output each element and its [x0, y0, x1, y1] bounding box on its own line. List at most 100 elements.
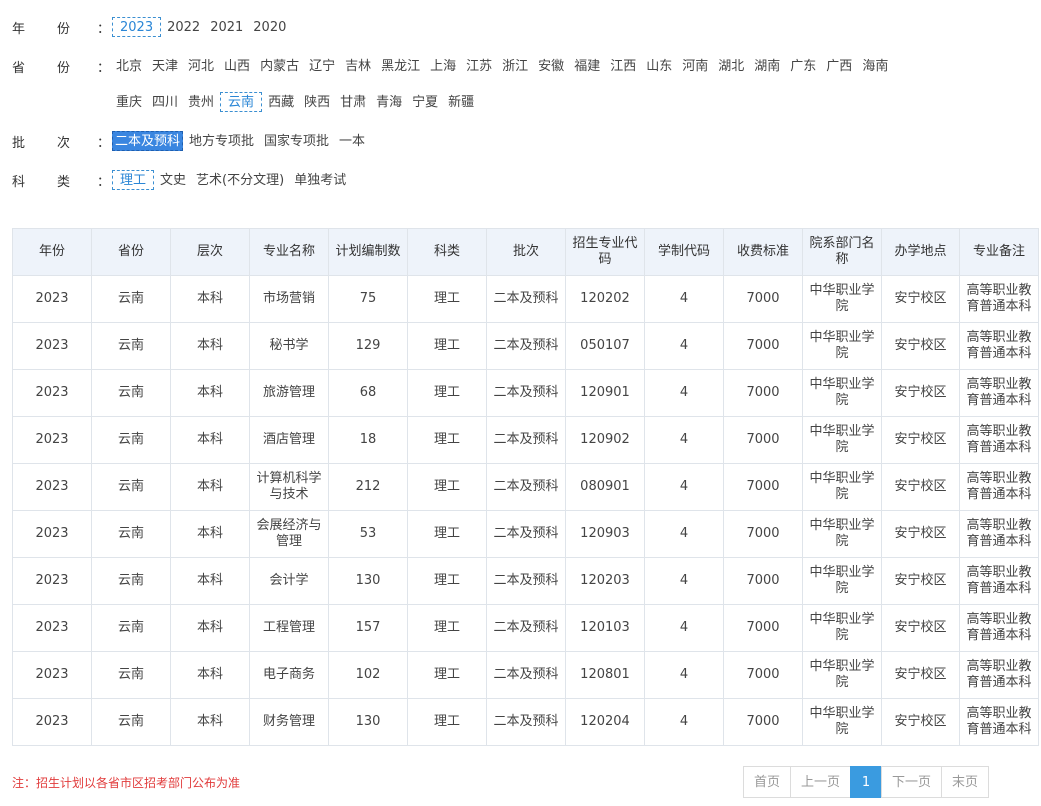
table-cell: 旅游管理 — [249, 369, 329, 417]
table-cell: 本科 — [170, 510, 250, 558]
table-cell: 中华职业学院 — [802, 275, 882, 323]
province-option-r1-19[interactable]: 广西 — [822, 56, 856, 76]
column-header: 收费标准 — [723, 228, 803, 276]
province-option-r1-16[interactable]: 湖北 — [714, 56, 748, 76]
year-option-0[interactable]: 2023 — [112, 17, 162, 37]
province-option-r2-4[interactable]: 西藏 — [264, 92, 298, 112]
table-cell: 4 — [644, 463, 724, 511]
table-cell: 理工 — [407, 604, 487, 652]
category-option-0[interactable]: 理工 — [112, 170, 155, 190]
province-option-r1-7[interactable]: 黑龙江 — [377, 56, 424, 76]
table-cell: 中华职业学院 — [802, 651, 882, 699]
table-cell: 2023 — [12, 275, 92, 323]
category-options: 理工 文史 艺术(不分文理) 单独考试 — [112, 170, 352, 190]
table-row: 2023 云南 本科 计算机科学与技术 212 理工 二本及预科 080901 4 7000 中华职… — [12, 463, 1039, 511]
province-option-r1-12[interactable]: 福建 — [570, 56, 604, 76]
table-cell: 中华职业学院 — [802, 322, 882, 370]
prev-page-button[interactable]: 上一页 — [790, 766, 852, 798]
table-cell: 安宁校区 — [881, 557, 960, 605]
filter-province-label: 省 份 ： — [12, 60, 111, 76]
province-option-r1-14[interactable]: 山东 — [642, 56, 676, 76]
batch-option-3[interactable]: 一本 — [335, 131, 369, 151]
province-option-r2-7[interactable]: 青海 — [372, 92, 406, 112]
filter-year: 年 份 ： 2023 2022 2021 2020 — [12, 16, 292, 38]
table-cell: 二本及预科 — [486, 463, 566, 511]
next-page-button[interactable]: 下一页 — [881, 766, 943, 798]
table-cell: 理工 — [407, 463, 487, 511]
table-cell: 安宁校区 — [881, 275, 960, 323]
province-option-r2-0[interactable]: 重庆 — [112, 92, 146, 112]
table-cell: 高等职业教育普通本科 — [959, 416, 1039, 464]
table-cell: 130 — [328, 557, 408, 605]
table-cell: 安宁校区 — [881, 510, 960, 558]
province-option-r1-3[interactable]: 山西 — [220, 56, 254, 76]
province-option-r1-1[interactable]: 天津 — [148, 56, 182, 76]
table-cell: 7000 — [723, 510, 803, 558]
category-option-3[interactable]: 单独考试 — [290, 170, 350, 190]
table-cell: 102 — [328, 651, 408, 699]
current-page-button[interactable]: 1 — [850, 766, 883, 798]
table-cell: 2023 — [12, 416, 92, 464]
province-option-r2-8[interactable]: 宁夏 — [408, 92, 442, 112]
province-option-r1-11[interactable]: 安徽 — [534, 56, 568, 76]
table-cell: 高等职业教育普通本科 — [959, 322, 1039, 370]
province-option-r2-1[interactable]: 四川 — [148, 92, 182, 112]
first-page-button[interactable]: 首页 — [743, 766, 792, 798]
table-cell: 本科 — [170, 369, 250, 417]
table-cell: 会展经济与管理 — [249, 510, 329, 558]
province-option-r1-10[interactable]: 浙江 — [498, 56, 532, 76]
table-cell: 高等职业教育普通本科 — [959, 369, 1039, 417]
enrollment-note: 注：招生计划以各省市区招考部门公布为准 — [12, 776, 241, 790]
batch-option-0[interactable]: 二本及预科 — [112, 131, 184, 151]
column-header: 专业名称 — [249, 228, 329, 276]
province-option-r1-20[interactable]: 海南 — [858, 56, 892, 76]
province-option-r1-5[interactable]: 辽宁 — [305, 56, 339, 76]
table-cell: 120801 — [565, 651, 645, 699]
batch-option-2[interactable]: 国家专项批 — [260, 131, 333, 151]
table-row: 2023 云南 本科 酒店管理 18 理工 二本及预科 120902 4 7000 中华职业学院 安宁… — [12, 416, 1039, 464]
column-header: 学制代码 — [644, 228, 724, 276]
table-cell: 中华职业学院 — [802, 510, 882, 558]
province-option-r2-3[interactable]: 云南 — [220, 92, 263, 112]
province-option-r1-15[interactable]: 河南 — [678, 56, 712, 76]
year-option-2[interactable]: 2021 — [206, 17, 247, 37]
last-page-button[interactable]: 末页 — [941, 766, 990, 798]
year-option-1[interactable]: 2022 — [163, 17, 204, 37]
province-option-r1-17[interactable]: 湖南 — [750, 56, 784, 76]
year-option-3[interactable]: 2020 — [249, 17, 290, 37]
province-option-r1-4[interactable]: 内蒙古 — [256, 56, 303, 76]
table-cell: 酒店管理 — [249, 416, 329, 464]
province-option-r2-9[interactable]: 新疆 — [444, 92, 478, 112]
table-cell: 2023 — [12, 604, 92, 652]
province-option-r2-6[interactable]: 甘肃 — [336, 92, 370, 112]
table-cell: 安宁校区 — [881, 322, 960, 370]
province-option-r1-18[interactable]: 广东 — [786, 56, 820, 76]
province-option-r2-5[interactable]: 陕西 — [300, 92, 334, 112]
category-option-1[interactable]: 文史 — [156, 170, 190, 190]
table-cell: 4 — [644, 510, 724, 558]
table-cell: 7000 — [723, 604, 803, 652]
table-cell: 云南 — [91, 369, 171, 417]
table-cell: 云南 — [91, 463, 171, 511]
table-cell: 高等职业教育普通本科 — [959, 510, 1039, 558]
table-cell: 安宁校区 — [881, 463, 960, 511]
province-option-r1-13[interactable]: 江西 — [606, 56, 640, 76]
province-option-r1-8[interactable]: 上海 — [426, 56, 460, 76]
province-option-r1-0[interactable]: 北京 — [112, 56, 146, 76]
province-option-r2-2[interactable]: 贵州 — [184, 92, 218, 112]
table-cell: 2023 — [12, 322, 92, 370]
table-cell: 安宁校区 — [881, 369, 960, 417]
table-cell: 212 — [328, 463, 408, 511]
table-cell: 二本及预科 — [486, 510, 566, 558]
table-cell: 云南 — [91, 651, 171, 699]
province-option-r1-6[interactable]: 吉林 — [341, 56, 375, 76]
column-header: 批次 — [486, 228, 566, 276]
batch-option-1[interactable]: 地方专项批 — [185, 131, 258, 151]
table-cell: 云南 — [91, 698, 171, 746]
table-cell: 4 — [644, 275, 724, 323]
category-option-2[interactable]: 艺术(不分文理) — [192, 170, 288, 190]
province-option-r1-2[interactable]: 河北 — [184, 56, 218, 76]
table-cell: 2023 — [12, 463, 92, 511]
table-cell: 中华职业学院 — [802, 369, 882, 417]
province-option-r1-9[interactable]: 江苏 — [462, 56, 496, 76]
